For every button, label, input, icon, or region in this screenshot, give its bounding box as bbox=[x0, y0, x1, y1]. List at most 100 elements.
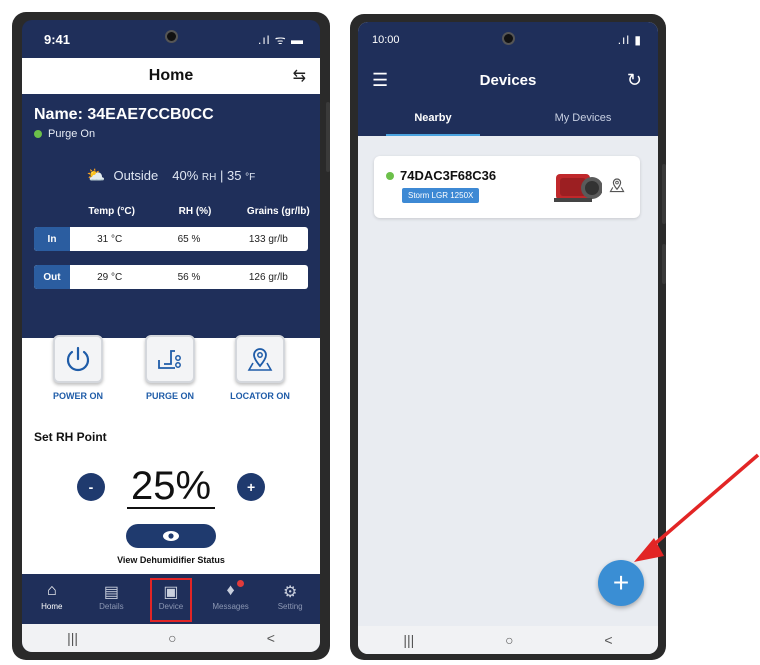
tab-label: Setting bbox=[277, 602, 303, 611]
home-icon: ⌂ bbox=[46, 582, 57, 599]
eye-icon bbox=[163, 531, 179, 541]
decrease-button[interactable]: - bbox=[76, 473, 105, 501]
details-icon: ▤ bbox=[103, 584, 119, 601]
cell-grains: 133 gr/lb bbox=[248, 233, 288, 245]
status-dot-icon bbox=[34, 130, 42, 138]
row-label: Out bbox=[34, 265, 70, 289]
bell-icon: ♦ bbox=[226, 582, 235, 599]
tab-label: Messages bbox=[212, 602, 249, 611]
rh-value: 25% bbox=[126, 465, 216, 509]
device-name: 74DAC3F68C36 bbox=[400, 168, 497, 183]
purge-status-label: Purge On bbox=[48, 128, 96, 140]
view-status-button[interactable] bbox=[126, 524, 216, 548]
recents-button[interactable]: ||| bbox=[67, 630, 78, 646]
device-model-badge: Storm LGR 1250X bbox=[402, 188, 480, 203]
camera-cutout bbox=[165, 30, 178, 43]
tab-my-devices[interactable]: My Devices bbox=[508, 108, 658, 136]
purge-control[interactable]: PURGE ON bbox=[128, 335, 212, 401]
increase-button[interactable]: + bbox=[237, 473, 266, 501]
tab-setting[interactable]: ⚙ Setting bbox=[260, 576, 320, 624]
cell-rh: 65 % bbox=[177, 233, 201, 245]
home-header: Home ⇆ bbox=[22, 58, 320, 94]
cell-grains: 126 gr/lb bbox=[248, 271, 288, 283]
status-time: 10:00 bbox=[372, 34, 400, 46]
status-time: 9:41 bbox=[44, 32, 71, 47]
devices-header: ☰ Devices ↻ bbox=[358, 68, 658, 98]
outside-temp-value: 35 bbox=[227, 167, 242, 183]
device-name: Name: 34EAE7CCB0CC bbox=[34, 106, 214, 123]
device-title: 74DAC3F68C36 bbox=[386, 168, 496, 183]
control-buttons: POWER ON PURGE ON LOCATOR ON bbox=[22, 335, 320, 415]
devices-header-area: 10:00 .ıl ▮ ☰ Devices ↻ Nearby My Device… bbox=[358, 22, 658, 136]
column-header: RH (%) bbox=[178, 206, 212, 217]
cell-temp: 31 °C bbox=[97, 233, 123, 245]
set-rh-title: Set RH Point bbox=[34, 430, 107, 444]
map-pin-icon[interactable] bbox=[608, 176, 626, 194]
notification-badge bbox=[236, 580, 244, 587]
tab-home[interactable]: ⌂ Home bbox=[22, 576, 82, 624]
dehumidifier-image bbox=[554, 174, 602, 202]
status-bar: 10:00 .ıl ▮ bbox=[358, 22, 658, 60]
status-bar: 9:41 .ıl ᯤ ▬ bbox=[22, 20, 320, 58]
camera-cutout bbox=[502, 32, 515, 45]
phone-devices: 10:00 .ıl ▮ ☰ Devices ↻ Nearby My Device… bbox=[350, 14, 666, 660]
purge-label: PURGE ON bbox=[145, 391, 194, 401]
add-device-button[interactable]: + bbox=[598, 560, 644, 606]
purge-status: Purge On bbox=[22, 124, 320, 140]
view-status-label: View Dehumidifier Status bbox=[117, 555, 225, 565]
table-row: Out 29 °C 56 % 126 gr/lb bbox=[34, 265, 308, 289]
online-status-icon bbox=[386, 171, 394, 180]
purge-button[interactable] bbox=[145, 335, 195, 383]
outside-separator: | bbox=[220, 167, 224, 183]
device-card[interactable]: 74DAC3F68C36 Storm LGR 1250X bbox=[374, 156, 640, 218]
column-header: Temp (°C) bbox=[88, 206, 135, 217]
side-button bbox=[662, 164, 666, 224]
power-icon bbox=[66, 346, 90, 372]
back-button[interactable]: < bbox=[604, 632, 612, 648]
recents-button[interactable]: ||| bbox=[403, 632, 414, 648]
home-screen: 9:41 .ıl ᯤ ▬ Home ⇆ Name: 34EAE7CCB0CC P… bbox=[22, 20, 320, 652]
outside-label: Outside bbox=[113, 167, 159, 183]
outside-rh-unit: RH bbox=[201, 171, 217, 183]
table-row: In 31 °C 65 % 133 gr/lb bbox=[34, 227, 308, 251]
home-button[interactable]: ○ bbox=[505, 632, 513, 648]
table-header: Temp (°C) RH (%) Grains (gr/lb) bbox=[22, 206, 320, 217]
outside-conditions: ⛅ Outside 40% RH | 35 °F bbox=[22, 166, 320, 184]
tab-messages[interactable]: ♦ Messages bbox=[201, 576, 261, 624]
power-control[interactable]: POWER ON bbox=[36, 335, 120, 401]
power-label: POWER ON bbox=[52, 391, 103, 401]
back-button[interactable]: < bbox=[267, 630, 275, 646]
tab-nearby[interactable]: Nearby bbox=[358, 108, 508, 136]
page-title: Devices bbox=[479, 72, 537, 89]
system-navbar: ||| ○ < bbox=[358, 626, 658, 654]
outside-rh-value: 40% bbox=[172, 167, 199, 183]
swap-icon[interactable]: ⇆ bbox=[293, 66, 306, 86]
column-header: Grains (gr/lb) bbox=[246, 206, 310, 217]
tab-details[interactable]: ▤ Details bbox=[82, 576, 142, 624]
tab-label: Home bbox=[41, 602, 63, 611]
row-label: In bbox=[34, 227, 70, 251]
outside-temp-unit: °F bbox=[245, 171, 256, 183]
power-button[interactable] bbox=[53, 335, 103, 383]
refresh-icon[interactable]: ↻ bbox=[627, 70, 642, 91]
page-title: Home bbox=[148, 67, 194, 84]
locator-control[interactable]: LOCATOR ON bbox=[218, 335, 302, 401]
status-icons: .ıl ᯤ ▬ bbox=[258, 33, 304, 47]
cell-rh: 56 % bbox=[177, 271, 201, 283]
status-icons: .ıl ▮ bbox=[617, 33, 642, 47]
gear-icon: ⚙ bbox=[283, 584, 298, 601]
home-button[interactable]: ○ bbox=[168, 630, 176, 646]
tab-label: Details bbox=[99, 602, 124, 611]
device-tab-highlight bbox=[150, 578, 192, 622]
phone-home: 9:41 .ıl ᯤ ▬ Home ⇆ Name: 34EAE7CCB0CC P… bbox=[12, 12, 330, 660]
map-pin-icon bbox=[247, 348, 273, 371]
system-navbar: ||| ○ < bbox=[22, 624, 320, 652]
locator-button[interactable] bbox=[235, 335, 285, 383]
stage: 9:41 .ıl ᯤ ▬ Home ⇆ Name: 34EAE7CCB0CC P… bbox=[0, 0, 760, 665]
device-tabs: Nearby My Devices bbox=[358, 108, 658, 136]
rh-setpoint: - 25% + bbox=[22, 465, 320, 509]
side-button bbox=[326, 102, 330, 172]
cloud-sun-icon: ⛅ bbox=[86, 167, 106, 184]
side-button bbox=[662, 244, 666, 284]
cell-temp: 29 °C bbox=[97, 271, 123, 283]
